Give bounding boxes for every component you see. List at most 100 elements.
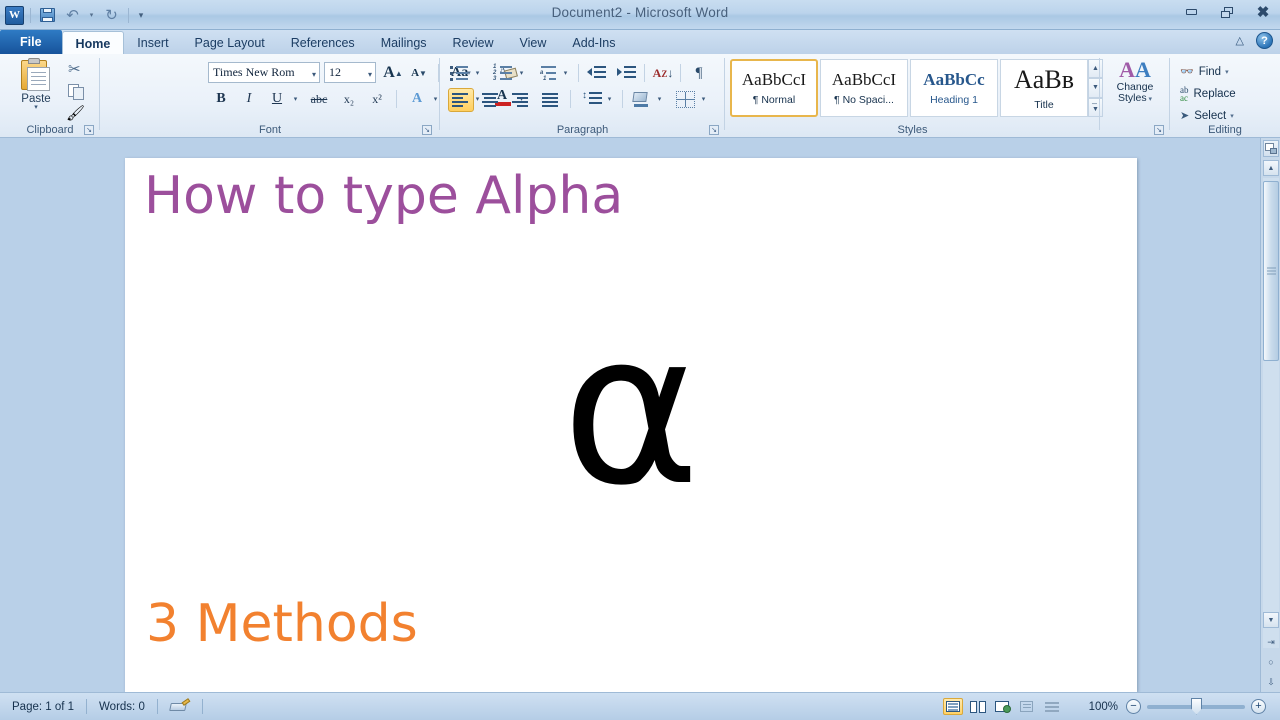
- print-layout-icon: [945, 701, 960, 712]
- show-formatting-marks-button[interactable]: ¶: [688, 62, 710, 84]
- font-size-input[interactable]: 12 ▾: [324, 62, 376, 83]
- help-icon[interactable]: ?: [1256, 32, 1273, 49]
- zoom-track[interactable]: [1147, 697, 1245, 715]
- align-left-button[interactable]: [448, 88, 474, 112]
- sort-button[interactable]: AZ↓: [652, 62, 674, 84]
- tab-page-layout[interactable]: Page Layout: [182, 31, 278, 54]
- line-spacing-dropdown[interactable]: ▾: [604, 88, 615, 110]
- multilevel-list-icon: a 1: [537, 64, 557, 82]
- zoom-slider[interactable]: − +: [1126, 697, 1266, 715]
- shading-dropdown[interactable]: ▾: [654, 88, 665, 110]
- chevron-down-icon: ▾: [519, 70, 524, 77]
- zoom-in-button[interactable]: +: [1251, 699, 1266, 714]
- paste-button[interactable]: Paste ▾: [10, 58, 62, 120]
- word-count-indicator[interactable]: Words: 0: [87, 698, 157, 716]
- align-center-button[interactable]: [478, 88, 504, 112]
- font-name-input[interactable]: Times New Rom ▾: [208, 62, 320, 83]
- style-no-spacing[interactable]: AaBbCcI ¶ No Spaci...: [820, 59, 908, 117]
- shading-button[interactable]: [630, 88, 652, 110]
- scrollbar-thumb[interactable]: [1263, 181, 1279, 361]
- superscript-button[interactable]: x²: [366, 88, 388, 110]
- next-page-button[interactable]: ⇩: [1263, 674, 1279, 690]
- italic-button[interactable]: I: [238, 88, 260, 110]
- tab-home[interactable]: Home: [61, 31, 125, 55]
- document-heading: How to type Alpha: [144, 166, 624, 226]
- vertical-scrollbar[interactable]: ▲ ▼ ⇥ ○ ⇩: [1260, 138, 1280, 692]
- cut-button[interactable]: ✂: [68, 60, 81, 78]
- numbering-button[interactable]: 1 2 3: [492, 62, 514, 84]
- multilevel-list-dropdown[interactable]: ▾: [560, 62, 571, 84]
- previous-page-button[interactable]: ⇥: [1263, 634, 1279, 650]
- scroll-down-button[interactable]: ▼: [1263, 612, 1279, 628]
- bold-button[interactable]: B: [210, 88, 232, 110]
- grow-font-button[interactable]: A ▲: [382, 62, 404, 84]
- font-size-value: 12: [329, 65, 341, 79]
- tab-review[interactable]: Review: [440, 31, 507, 54]
- minimize-ribbon-icon[interactable]: △: [1236, 34, 1244, 47]
- close-button[interactable]: ✖: [1252, 4, 1274, 20]
- web-layout-view-button[interactable]: [993, 698, 1013, 715]
- shrink-font-button[interactable]: A ▼: [408, 62, 430, 84]
- strikethrough-button[interactable]: abc: [308, 88, 330, 110]
- change-styles-icon: AA: [1119, 57, 1151, 82]
- restore-icon: [1221, 6, 1233, 18]
- bullets-button[interactable]: [448, 62, 470, 84]
- chevron-down-icon[interactable]: ▾: [312, 70, 316, 79]
- page-indicator[interactable]: Page: 1 of 1: [0, 698, 86, 716]
- chevron-down-icon[interactable]: ▾: [368, 70, 372, 79]
- ruler-toggle-button[interactable]: [1263, 140, 1279, 157]
- decrease-indent-button[interactable]: [586, 62, 608, 84]
- multilevel-list-button[interactable]: a 1: [536, 62, 558, 84]
- style-heading-1[interactable]: AaBbCс Heading 1: [910, 59, 998, 117]
- change-styles-button[interactable]: AA Change Styles ▾: [1105, 58, 1165, 120]
- tab-references[interactable]: References: [278, 31, 368, 54]
- scroll-up-button[interactable]: ▲: [1263, 160, 1279, 176]
- find-button[interactable]: 👓 Find ▾: [1180, 62, 1229, 81]
- subscript-button[interactable]: x₂: [338, 88, 360, 110]
- zoom-out-button[interactable]: −: [1126, 699, 1141, 714]
- format-painter-button[interactable]: 🖌: [66, 104, 85, 122]
- paragraph-dialog-launcher[interactable]: ↘: [709, 125, 719, 135]
- select-button[interactable]: ➤ Select ▾: [1180, 106, 1234, 125]
- tab-file[interactable]: File: [0, 30, 62, 54]
- increase-indent-button[interactable]: [616, 62, 638, 84]
- document-page[interactable]: How to type Alpha α 3 Methods: [125, 158, 1137, 692]
- line-spacing-button[interactable]: ↕: [580, 88, 604, 110]
- bullets-dropdown[interactable]: ▾: [472, 62, 483, 84]
- outline-view-button[interactable]: [1018, 698, 1038, 715]
- underline-dropdown[interactable]: ▾: [290, 88, 301, 110]
- tab-insert[interactable]: Insert: [124, 31, 181, 54]
- underline-button[interactable]: U: [266, 88, 288, 110]
- copy-button[interactable]: [68, 84, 85, 100]
- document-workspace[interactable]: How to type Alpha α 3 Methods: [0, 138, 1280, 692]
- draft-view-button[interactable]: [1043, 698, 1063, 715]
- tab-view[interactable]: View: [507, 31, 560, 54]
- select-browse-object-button[interactable]: ○: [1263, 654, 1279, 670]
- tab-add-ins[interactable]: Add-Ins: [559, 31, 628, 54]
- style-normal[interactable]: AaBbCcI ¶ Normal: [730, 59, 818, 117]
- borders-dropdown[interactable]: ▾: [698, 88, 709, 110]
- font-dialog-launcher[interactable]: ↘: [422, 125, 432, 135]
- print-layout-view-button[interactable]: [942, 698, 963, 715]
- styles-dialog-launcher[interactable]: ↘: [1154, 125, 1164, 135]
- full-screen-reading-view-button[interactable]: [968, 698, 988, 715]
- text-effects-icon: A: [411, 91, 423, 106]
- minimize-button[interactable]: [1180, 4, 1202, 20]
- replace-icon: ab ac: [1180, 84, 1189, 103]
- grow-font-icon: A: [383, 64, 395, 81]
- proofing-status-button[interactable]: [158, 697, 202, 716]
- borders-button[interactable]: [674, 88, 696, 110]
- text-effects-button[interactable]: A: [406, 88, 428, 110]
- justify-button[interactable]: [538, 88, 564, 112]
- replace-button[interactable]: ab ac Replace: [1180, 84, 1236, 103]
- clipboard-dialog-launcher[interactable]: ↘: [84, 125, 94, 135]
- restore-button[interactable]: [1216, 4, 1238, 20]
- chevron-down-icon: ▾: [657, 96, 662, 103]
- zoom-level-label[interactable]: 100%: [1077, 698, 1126, 716]
- style-title[interactable]: AaBв Title: [1000, 59, 1088, 117]
- numbering-dropdown[interactable]: ▾: [516, 62, 527, 84]
- align-right-button[interactable]: [508, 88, 534, 112]
- tab-mailings[interactable]: Mailings: [368, 31, 440, 54]
- window-controls: ✖: [1180, 4, 1274, 20]
- zoom-thumb[interactable]: [1191, 697, 1202, 715]
